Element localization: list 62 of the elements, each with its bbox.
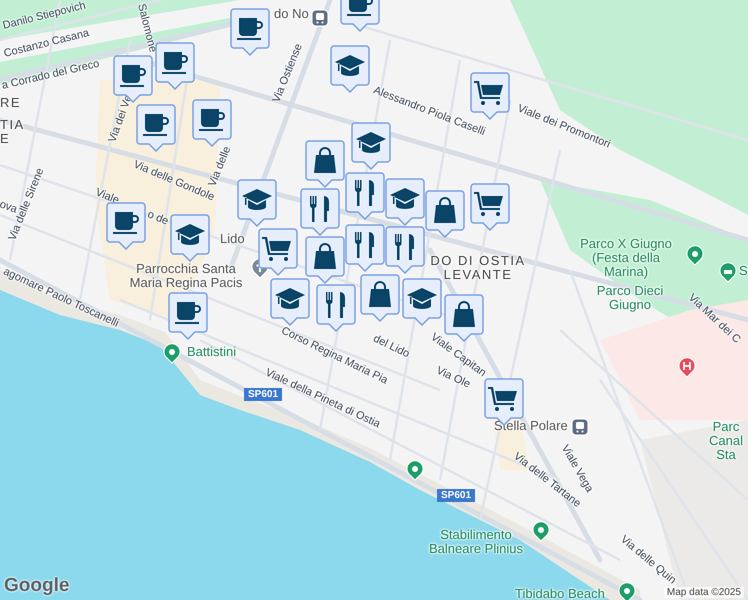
road-number-sign: SP601 bbox=[244, 388, 282, 401]
graduation-cap-icon bbox=[335, 55, 365, 76]
map-marker[interactable] bbox=[192, 99, 232, 147]
place-pin-icon[interactable] bbox=[163, 343, 181, 364]
shopping-bag-icon bbox=[453, 301, 475, 327]
shopping-cart-icon bbox=[474, 192, 503, 216]
map-data-attribution: Map data ©2025 bbox=[664, 587, 744, 598]
google-logo: Google bbox=[4, 575, 70, 597]
graduation-cap-icon bbox=[356, 132, 386, 153]
shopping-bag-icon bbox=[434, 197, 456, 223]
park-label: Stabilimento Balneare Plinius bbox=[428, 528, 524, 556]
train-station-icon[interactable] bbox=[311, 8, 329, 29]
shopping-bag-icon bbox=[369, 281, 391, 307]
place-label: Parrocchia Santa Maria Regina Pacis bbox=[128, 262, 244, 290]
street-label: Viale bbox=[93, 185, 122, 208]
fork-and-knife-icon bbox=[355, 180, 374, 206]
place-pin-icon[interactable] bbox=[686, 245, 704, 266]
graduation-cap-icon bbox=[175, 224, 205, 245]
coffee-cup-icon bbox=[175, 302, 201, 324]
street-label: Salomone bbox=[134, 2, 160, 54]
graduation-cap-icon bbox=[390, 188, 420, 209]
train-station-icon[interactable] bbox=[571, 417, 589, 438]
place-label: do No bbox=[274, 7, 309, 21]
shopping-cart-icon bbox=[474, 81, 503, 105]
coffee-cup-icon bbox=[237, 18, 263, 40]
coffee-cup-icon bbox=[143, 114, 169, 136]
shopping-cart-icon bbox=[488, 387, 517, 411]
place-label: Lido bbox=[220, 232, 245, 246]
place-pin-icon[interactable] bbox=[618, 582, 636, 600]
park-label: S bbox=[739, 264, 748, 278]
park-label: Parc Canal Sta bbox=[708, 420, 744, 462]
coffee-cup-icon bbox=[199, 109, 225, 131]
fork-and-knife-icon bbox=[355, 232, 374, 258]
place-label: Stella Polare bbox=[494, 419, 568, 433]
coffee-cup-icon bbox=[162, 52, 188, 74]
road-number-sign: SP601 bbox=[437, 489, 476, 502]
district-label: DO DI OSTIA LEVANTE bbox=[430, 254, 526, 282]
coffee-cup-icon bbox=[120, 65, 146, 87]
hospital-icon[interactable] bbox=[678, 357, 696, 378]
district-label: RE bbox=[0, 96, 22, 110]
shopping-bag-icon bbox=[314, 147, 336, 173]
district-label: E bbox=[0, 132, 10, 146]
fork-and-knife-icon bbox=[310, 196, 329, 222]
place-pin-icon[interactable] bbox=[406, 460, 424, 481]
coffee-cup-icon bbox=[113, 212, 139, 234]
fork-and-knife-icon bbox=[395, 234, 414, 260]
district-label: TIA bbox=[0, 118, 25, 132]
fork-and-knife-icon bbox=[326, 292, 345, 318]
coffee-cup-icon bbox=[347, 0, 373, 16]
park-label: Battistini bbox=[187, 345, 236, 359]
graduation-cap-icon bbox=[407, 288, 437, 309]
graduation-cap-icon bbox=[275, 288, 305, 309]
park-label: Parco X Giugno (Festa della Marina) bbox=[579, 237, 673, 279]
shopping-bag-icon bbox=[314, 243, 336, 269]
street-label: o de bbox=[145, 207, 171, 230]
place-pin-icon[interactable] bbox=[532, 521, 550, 542]
park-label: Tibidabo Beach bbox=[515, 587, 605, 600]
park-label: Parco Dieci Giugno bbox=[596, 284, 664, 312]
shopping-cart-icon bbox=[262, 237, 291, 261]
graduation-cap-icon bbox=[242, 189, 272, 210]
street-label: del Lido bbox=[370, 332, 412, 362]
street-label: Via Mar dei C bbox=[684, 290, 744, 348]
